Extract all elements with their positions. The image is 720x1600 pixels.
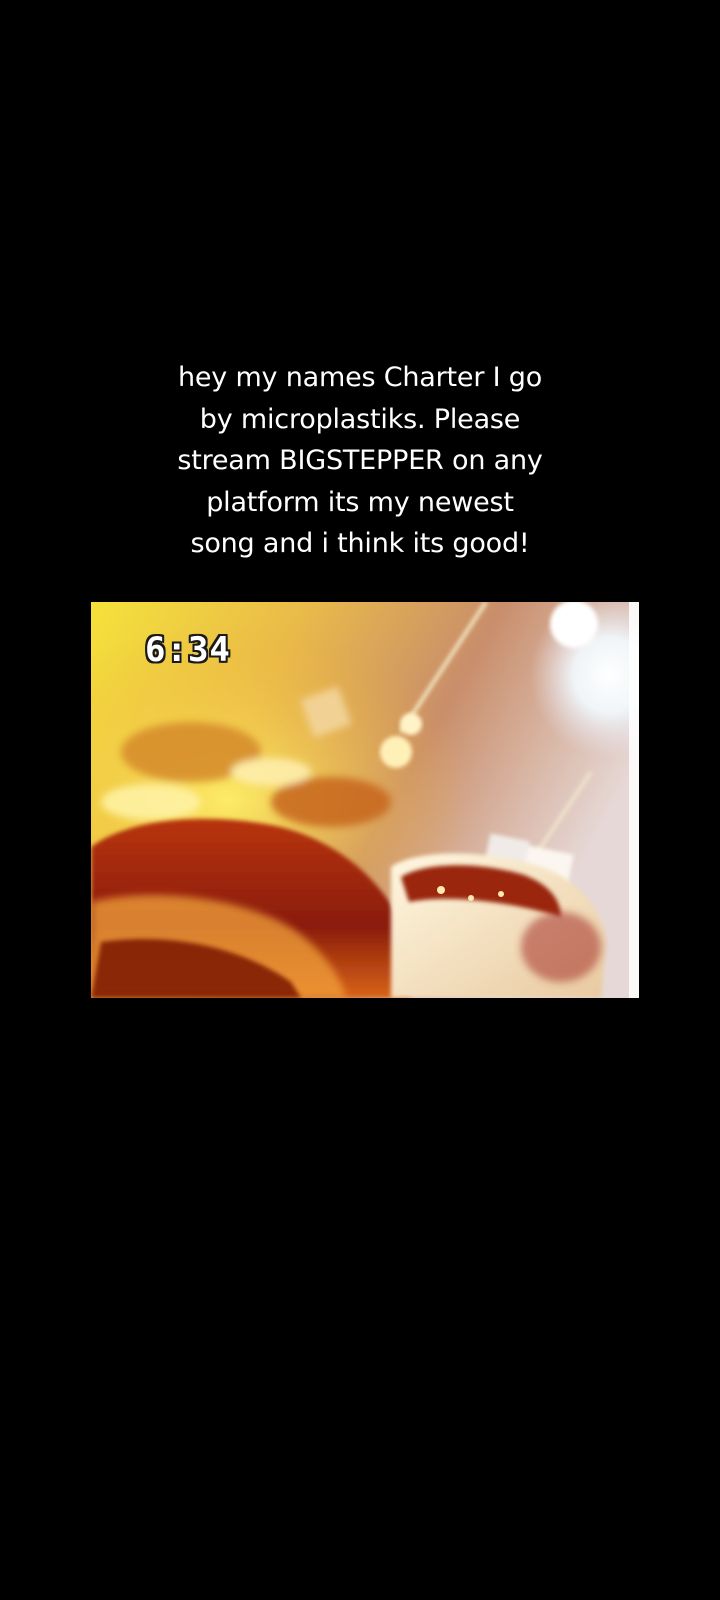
caption-line-3: stream BIGSTEPPER on any <box>177 445 543 476</box>
video-caption: hey my names Charter I go by microplasti… <box>60 357 660 565</box>
caption-line-1: hey my names Charter I go <box>177 362 543 393</box>
caption-line-4: platform its my newest <box>206 486 514 518</box>
caption-line-5: song and i think its good! <box>190 528 530 559</box>
caption-line-2: by microplastiks. Please <box>199 403 521 435</box>
timestamp-overlay: 6:34 <box>145 630 231 670</box>
video-player[interactable]: 6:34 <box>91 602 639 998</box>
